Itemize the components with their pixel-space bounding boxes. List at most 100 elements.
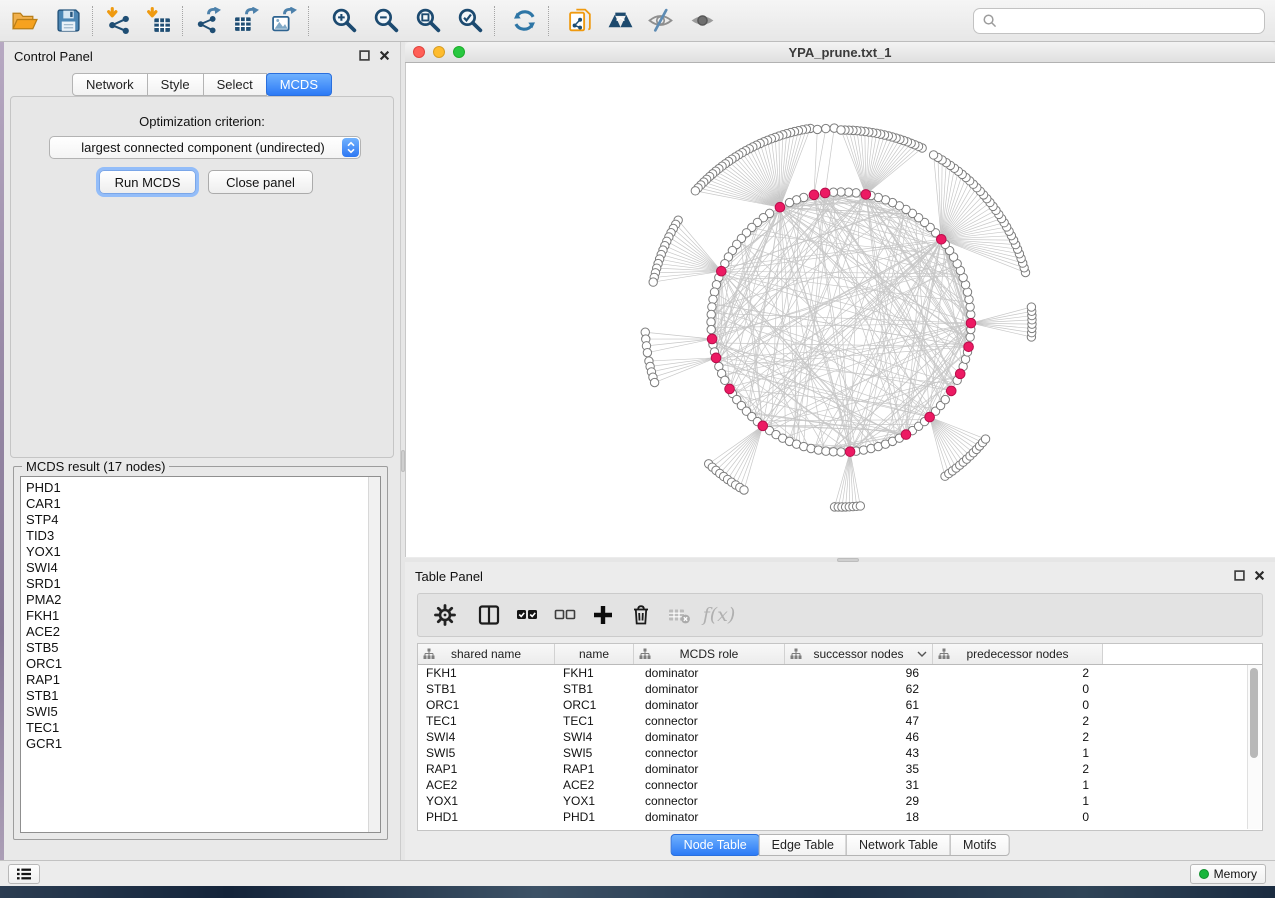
delete-rows-button[interactable] bbox=[622, 600, 660, 630]
cell-predecessor-nodes[interactable]: 1 bbox=[933, 745, 1103, 761]
cell-predecessor-nodes[interactable]: 0 bbox=[933, 809, 1103, 825]
scrollbar-thumb[interactable] bbox=[1250, 668, 1258, 758]
column-header-name[interactable]: name bbox=[555, 644, 634, 664]
mcds-list-scrollbar[interactable] bbox=[368, 477, 380, 832]
save-session-button[interactable] bbox=[52, 5, 84, 37]
table-row[interactable]: RAP1RAP1dominator352 bbox=[418, 761, 1262, 777]
table-tab-motifs[interactable]: Motifs bbox=[950, 834, 1009, 856]
deselect-all-button[interactable] bbox=[546, 600, 584, 630]
cell-successor-nodes[interactable]: 96 bbox=[785, 665, 933, 681]
table-row[interactable]: PHD1PHD1dominator180 bbox=[418, 809, 1262, 825]
table-row[interactable]: ACE2ACE2connector311 bbox=[418, 777, 1262, 793]
task-history-button[interactable] bbox=[8, 864, 40, 884]
run-mcds-button[interactable]: Run MCDS bbox=[99, 170, 196, 194]
table-options-button[interactable] bbox=[426, 600, 464, 630]
cell-mcds-role[interactable]: dominator bbox=[634, 809, 785, 825]
mcds-result-item[interactable]: STB5 bbox=[21, 640, 380, 656]
memory-button[interactable]: Memory bbox=[1190, 864, 1266, 884]
mcds-result-item[interactable]: CAR1 bbox=[21, 496, 380, 512]
cell-mcds-role[interactable]: dominator bbox=[634, 681, 785, 697]
cell-shared-name[interactable]: SWI5 bbox=[418, 745, 555, 761]
column-header-shared-name[interactable]: shared name bbox=[418, 644, 555, 664]
cell-successor-nodes[interactable]: 31 bbox=[785, 777, 933, 793]
cell-mcds-role[interactable]: dominator bbox=[634, 697, 785, 713]
cell-successor-nodes[interactable]: 62 bbox=[785, 681, 933, 697]
show-columns-button[interactable] bbox=[470, 600, 508, 630]
cell-successor-nodes[interactable]: 35 bbox=[785, 761, 933, 777]
cell-mcds-role[interactable]: connector bbox=[634, 713, 785, 729]
cell-successor-nodes[interactable]: 29 bbox=[785, 793, 933, 809]
new-network-from-selection-button[interactable] bbox=[564, 5, 596, 37]
cell-name[interactable]: PHD1 bbox=[555, 809, 634, 825]
mcds-result-item[interactable]: STB1 bbox=[21, 688, 380, 704]
table-row[interactable]: ORC1ORC1dominator610 bbox=[418, 697, 1262, 713]
cell-shared-name[interactable]: ORC1 bbox=[418, 697, 555, 713]
mcds-result-item[interactable]: TEC1 bbox=[21, 720, 380, 736]
float-panel-icon[interactable] bbox=[359, 50, 370, 61]
cell-mcds-role[interactable]: connector bbox=[634, 777, 785, 793]
cell-predecessor-nodes[interactable]: 1 bbox=[933, 777, 1103, 793]
mcds-result-item[interactable]: SWI4 bbox=[21, 560, 380, 576]
cell-name[interactable]: SWI5 bbox=[555, 745, 634, 761]
cell-predecessor-nodes[interactable]: 1 bbox=[933, 793, 1103, 809]
cell-shared-name[interactable]: ACE2 bbox=[418, 777, 555, 793]
cell-successor-nodes[interactable]: 18 bbox=[785, 809, 933, 825]
first-neighbors-button[interactable] bbox=[604, 5, 636, 37]
cell-successor-nodes[interactable]: 61 bbox=[785, 697, 933, 713]
mcds-result-item[interactable]: ACE2 bbox=[21, 624, 380, 640]
tab-network[interactable]: Network bbox=[72, 73, 148, 96]
cell-shared-name[interactable]: STB1 bbox=[418, 681, 555, 697]
export-table-button[interactable] bbox=[230, 5, 262, 37]
cell-predecessor-nodes[interactable]: 2 bbox=[933, 665, 1103, 681]
network-graph[interactable] bbox=[406, 63, 1274, 557]
show-all-button[interactable] bbox=[686, 5, 718, 37]
cell-shared-name[interactable]: TEC1 bbox=[418, 713, 555, 729]
column-header-predecessor-nodes[interactable]: predecessor nodes bbox=[933, 644, 1103, 664]
tab-style[interactable]: Style bbox=[147, 73, 204, 96]
column-header-mcds-role[interactable]: MCDS role bbox=[634, 644, 785, 664]
optimization-criterion-select[interactable]: largest connected component (undirected) bbox=[49, 136, 361, 159]
float-panel-icon[interactable] bbox=[1234, 570, 1245, 581]
column-header-successor-nodes[interactable]: successor nodes bbox=[785, 644, 933, 664]
cell-successor-nodes[interactable]: 47 bbox=[785, 713, 933, 729]
table-row[interactable]: SWI5SWI5connector431 bbox=[418, 745, 1262, 761]
cell-successor-nodes[interactable]: 43 bbox=[785, 745, 933, 761]
table-row[interactable]: TEC1TEC1connector472 bbox=[418, 713, 1262, 729]
close-panel-icon[interactable] bbox=[379, 50, 390, 61]
zoom-out-button[interactable] bbox=[370, 5, 402, 37]
refresh-button[interactable] bbox=[508, 5, 540, 37]
tab-mcds[interactable]: MCDS bbox=[266, 73, 332, 96]
open-session-button[interactable] bbox=[8, 5, 40, 37]
table-row[interactable]: YOX1YOX1connector291 bbox=[418, 793, 1262, 809]
network-window-titlebar[interactable]: YPA_prune.txt_1 bbox=[405, 42, 1275, 63]
cell-mcds-role[interactable]: dominator bbox=[634, 665, 785, 681]
network-canvas[interactable] bbox=[405, 63, 1275, 557]
cell-shared-name[interactable]: SWI4 bbox=[418, 729, 555, 745]
table-scrollbar[interactable] bbox=[1247, 665, 1261, 829]
cell-shared-name[interactable]: FKH1 bbox=[418, 665, 555, 681]
cell-predecessor-nodes[interactable]: 2 bbox=[933, 761, 1103, 777]
cell-mcds-role[interactable]: dominator bbox=[634, 729, 785, 745]
zoom-fit-button[interactable] bbox=[412, 5, 444, 37]
search-input[interactable] bbox=[1002, 12, 1264, 29]
mcds-result-item[interactable]: YOX1 bbox=[21, 544, 380, 560]
export-image-button[interactable] bbox=[268, 5, 300, 37]
cell-name[interactable]: STB1 bbox=[555, 681, 634, 697]
cell-shared-name[interactable]: YOX1 bbox=[418, 793, 555, 809]
cell-name[interactable]: TEC1 bbox=[555, 713, 634, 729]
cell-shared-name[interactable]: RAP1 bbox=[418, 761, 555, 777]
table-row[interactable]: FKH1FKH1dominator962 bbox=[418, 665, 1262, 681]
cell-predecessor-nodes[interactable]: 0 bbox=[933, 697, 1103, 713]
mcds-result-item[interactable]: STP4 bbox=[21, 512, 380, 528]
close-panel-button[interactable]: Close panel bbox=[208, 170, 313, 194]
export-network-button[interactable] bbox=[192, 5, 224, 37]
hide-selected-button[interactable] bbox=[644, 5, 676, 37]
import-network-button[interactable] bbox=[102, 5, 134, 37]
cell-name[interactable]: FKH1 bbox=[555, 665, 634, 681]
mcds-result-item[interactable]: FKH1 bbox=[21, 608, 380, 624]
cell-name[interactable]: ACE2 bbox=[555, 777, 634, 793]
mcds-result-item[interactable]: SWI5 bbox=[21, 704, 380, 720]
zoom-in-button[interactable] bbox=[328, 5, 360, 37]
mcds-result-item[interactable]: RAP1 bbox=[21, 672, 380, 688]
tab-select[interactable]: Select bbox=[203, 73, 267, 96]
